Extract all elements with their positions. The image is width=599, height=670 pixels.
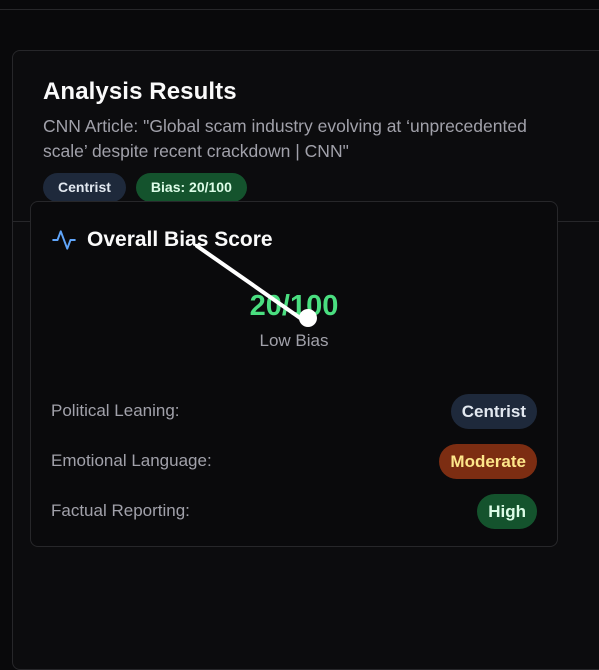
activity-icon	[52, 230, 76, 250]
metric-label: Factual Reporting:	[51, 501, 190, 520]
metric-value-badge: High	[477, 493, 537, 529]
badge-row: Centrist Bias: 20/100	[43, 173, 581, 202]
metric-value-badge: Moderate	[439, 443, 537, 479]
results-header: Analysis Results CNN Article: "Global sc…	[13, 51, 599, 222]
metric-row-factual-reporting: Factual Reporting: High	[51, 493, 537, 529]
metric-row-political-leaning: Political Leaning: Centrist	[51, 393, 537, 429]
bias-score-label: Low Bias	[259, 331, 329, 350]
metric-row-emotional-language: Emotional Language: Moderate	[51, 443, 537, 479]
metric-label: Emotional Language:	[51, 451, 212, 470]
metric-value-badge: Centrist	[450, 393, 537, 429]
page-title: Analysis Results	[43, 78, 237, 105]
leaning-badge: Centrist	[43, 173, 126, 202]
overall-bias-title: Overall Bias Score	[87, 228, 273, 251]
article-subtitle: CNN Article: "Global scam industry evolv…	[43, 116, 527, 161]
bias-score-badge: Bias: 20/100	[135, 173, 247, 202]
overall-bias-card: Overall Bias Score 20/100 Low Bias Polit…	[30, 201, 558, 547]
metric-label: Political Leaning:	[51, 401, 180, 420]
overall-bias-header: Overall Bias Score	[51, 227, 273, 253]
top-divider	[0, 9, 599, 10]
bias-score-value: 20/100	[249, 290, 339, 322]
